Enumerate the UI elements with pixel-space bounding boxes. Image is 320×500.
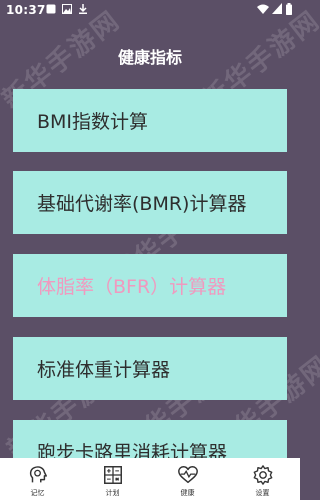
signal-icon bbox=[272, 3, 282, 14]
notification-icon bbox=[46, 4, 56, 14]
standard-weight-calculator-button[interactable]: 标准体重计算器 bbox=[13, 337, 287, 400]
status-time: 10:37 bbox=[6, 3, 46, 17]
bfr-calculator-button[interactable]: 体脂率（BFR）计算器 bbox=[13, 254, 287, 317]
head-icon bbox=[29, 466, 47, 483]
gear-icon bbox=[253, 465, 272, 485]
nav-label: 计划 bbox=[105, 489, 120, 497]
nav-item-health[interactable]: 健康 bbox=[150, 458, 225, 500]
status-bar: 10:37 bbox=[0, 0, 300, 20]
nav-item-plan[interactable]: 计划 bbox=[75, 458, 150, 500]
nav-item-memory[interactable]: 记忆 bbox=[0, 458, 75, 500]
bmr-calculator-button[interactable]: 基础代谢率(BMR)计算器 bbox=[13, 171, 287, 234]
battery-icon bbox=[286, 3, 292, 15]
download-icon bbox=[79, 4, 87, 14]
grid-icon bbox=[103, 466, 122, 484]
image-icon bbox=[62, 4, 72, 14]
nav-label: 记忆 bbox=[30, 489, 45, 497]
wifi-icon bbox=[257, 4, 269, 14]
nav-label: 设置 bbox=[255, 489, 270, 497]
bmi-calculator-button[interactable]: BMI指数计算 bbox=[13, 89, 287, 152]
bottom-nav: 记忆 计划 健康 设置 bbox=[0, 458, 300, 500]
heartbeat-icon bbox=[177, 466, 198, 484]
nav-item-settings[interactable]: 设置 bbox=[225, 458, 300, 500]
page-title: 健康指标 bbox=[117, 48, 182, 67]
nav-label: 健康 bbox=[180, 489, 195, 497]
